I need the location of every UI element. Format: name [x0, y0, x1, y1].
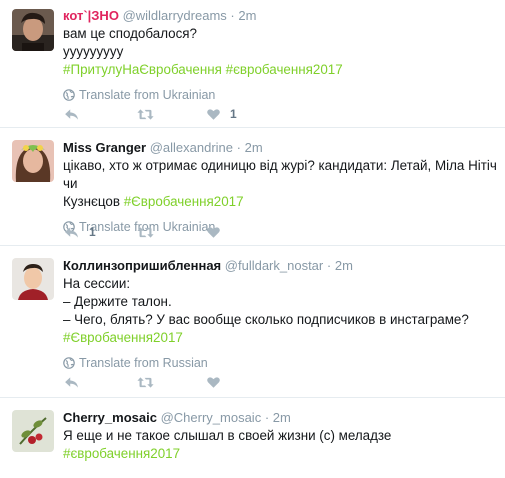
reply-icon [63, 224, 80, 241]
author-handle[interactable]: @allexandrine [150, 140, 233, 155]
separator-dot: · [230, 8, 235, 23]
like-button[interactable]: 1 [206, 104, 237, 124]
translate-label[interactable]: Translate from Ukrainian [79, 88, 215, 102]
reply-button[interactable]: 1 [63, 222, 96, 242]
like-icon [206, 107, 221, 122]
reply-button[interactable] [63, 104, 89, 124]
translate-link[interactable]: Translate from Ukrainian [63, 219, 497, 235]
tweet-text: вам це сподобалося? ууууууууу #ПритулуНа… [63, 25, 497, 79]
author-name[interactable]: Miss Granger [63, 140, 146, 155]
retweet-button[interactable] [136, 104, 164, 124]
reply-icon [63, 106, 80, 123]
timestamp[interactable]: 2m [238, 8, 256, 23]
tweet-text: цікаво, хто ж отримає одиницю від журі? … [63, 157, 497, 211]
avatar[interactable] [12, 140, 54, 182]
author-handle[interactable]: @Cherry_mosaic [161, 410, 262, 425]
like-count: 1 [230, 107, 237, 121]
tweet-item[interactable]: Коллинзопришибленная @fulldark_nostar · … [0, 246, 505, 398]
hashtag-link[interactable]: #Євробачення2017 [63, 329, 497, 347]
translate-link[interactable]: Translate from Russian [63, 355, 497, 371]
avatar[interactable] [12, 410, 54, 452]
tweet-line: цікаво, хто ж отримає одиницю від журі? … [63, 158, 497, 191]
hashtag-link[interactable]: #ПритулуНаЄвробачення #євробачення2017 [63, 61, 497, 79]
tweet-line: – Держите талон. [63, 294, 172, 309]
tweet-line: Кузнєцов #Євробачення2017 [63, 193, 497, 211]
reply-count: 1 [89, 225, 96, 239]
avatar[interactable] [12, 9, 54, 51]
timestamp[interactable]: 2m [273, 410, 291, 425]
reply-icon [63, 374, 80, 391]
tweet-line: На сессии: [63, 276, 131, 291]
timestamp[interactable]: 2m [335, 258, 353, 273]
separator-dot: · [326, 258, 332, 273]
retweet-icon [136, 106, 155, 123]
retweet-icon [136, 374, 155, 391]
separator-dot: · [264, 410, 270, 425]
avatar[interactable] [12, 258, 54, 300]
tweet-line: вам це сподобалося? [63, 26, 197, 41]
tweet-item[interactable]: Cherry_mosaic @Cherry_mosaic · 2m Я еще … [0, 398, 505, 478]
retweet-button[interactable] [136, 222, 164, 242]
hashtag-link[interactable]: #Євробачення2017 [124, 194, 244, 209]
tweet-line-text: Кузнєцов [63, 194, 120, 209]
tweet-line: ууууууууу [63, 44, 124, 59]
globe-icon [63, 357, 75, 369]
author-handle[interactable]: @fulldark_nostar [225, 258, 323, 273]
globe-icon [63, 89, 75, 101]
tweet-text: Я еще и не такое слышал в своей жизни (с… [63, 427, 497, 463]
tweet-line: – Чего, блять? У вас вообще сколько подп… [63, 312, 469, 327]
tweet-line: Я еще и не такое слышал в своей жизни (с… [63, 428, 392, 443]
timestamp[interactable]: 2m [245, 140, 263, 155]
like-button[interactable] [206, 372, 230, 392]
like-button[interactable] [206, 222, 230, 242]
retweet-icon [136, 224, 155, 241]
tweet-item[interactable]: Miss Granger @allexandrine · 2m цікаво, … [0, 128, 505, 246]
author-handle[interactable]: @wildlarrydreams [123, 8, 227, 23]
hashtag-link[interactable]: #євробачення2017 [63, 445, 497, 463]
author-name[interactable]: кот`|ЗНО [63, 8, 119, 23]
tweet-item[interactable]: кот`|ЗНО @wildlarrydreams · 2m вам це сп… [0, 0, 505, 128]
author-name[interactable]: Коллинзопришибленная [63, 258, 221, 273]
retweet-button[interactable] [136, 372, 164, 392]
author-name[interactable]: Cherry_mosaic [63, 410, 157, 425]
separator-dot: · [236, 140, 241, 155]
like-icon [206, 375, 221, 390]
translate-label[interactable]: Translate from Russian [79, 356, 208, 370]
tweet-text: На сессии: – Держите талон. – Чего, блят… [63, 275, 497, 347]
reply-button[interactable] [63, 372, 89, 392]
translate-link[interactable]: Translate from Ukrainian [63, 87, 497, 103]
like-icon [206, 225, 221, 240]
